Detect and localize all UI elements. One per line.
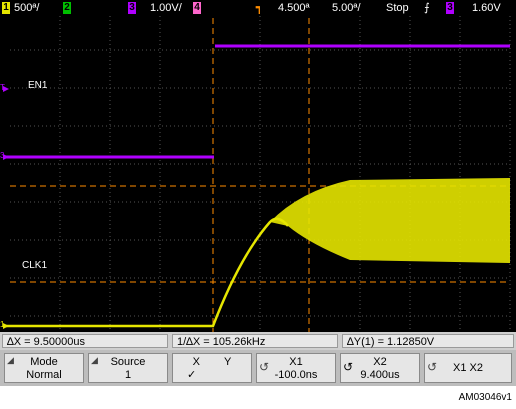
channel-3-scale: 1.00V/ [150,2,182,14]
rising-edge-icon: ⨍ [424,2,430,14]
waveform-display[interactable]: EN1 CLK1 3 1 T [0,16,516,332]
mode-value: Normal [26,369,62,381]
trigger-marker-icon: ┑ [256,2,263,14]
ch3-en1-trace [6,44,510,159]
x-selected-check-icon: ✓ [187,369,197,381]
label-en1: EN1 [28,80,48,91]
source-value: 1 [124,369,132,381]
measurement-row: ∆X = 9.50000us 1/∆X = 105.26kHz ∆Y(1) = … [0,332,516,350]
x2-softkey[interactable]: ↺ X2 9.400us [340,353,420,383]
run-state: Stop [386,2,409,14]
ch1-marker-label: 1 [0,320,5,329]
clk1-ramp [6,217,289,328]
delta-x-readout: ∆X = 9.50000us [2,334,168,348]
x1x2-label: X1 X2 [453,362,483,374]
channel-1-indicator[interactable]: 1 [2,2,10,14]
ground-markers [3,86,9,329]
waveform-svg [3,16,511,332]
x2-value: 9.400us [360,369,400,381]
trigger-level: 1.60V [472,2,501,14]
time-scale: 5.00ª/ [332,2,361,14]
inverse-delta-x-readout: 1/∆X = 105.26kHz [172,334,338,348]
ch3-marker-label: 3 [0,151,5,160]
label-clk1: CLK1 [22,260,48,271]
softkey-bar: ◢ Mode Normal ◢ Source 1 XY ✓ ↺ X1 -100.… [0,350,516,386]
xy-labels: XY [173,356,251,369]
time-delay: 4.500ª [278,2,310,14]
channel-2-indicator[interactable]: 2 [63,2,71,14]
clk1-envelope [270,178,510,263]
ch1-clk1-trace [6,178,510,328]
delta-y-readout: ∆Y(1) = 1.12850V [342,334,514,348]
x-mode-label: X [192,356,200,368]
mode-softkey[interactable]: ◢ Mode Normal [4,353,84,383]
mode-label: Mode [30,356,58,368]
x2-label: X2 [373,356,387,368]
x1-label: X1 [289,356,303,368]
trigger-marker-label: T [0,83,5,92]
source-label: Source [110,356,146,368]
x1x2-softkey[interactable]: ↺ X1 X2 [424,353,512,383]
status-bar: 1 500ª/ 2 3 1.00V/ 4 ┑ 4.500ª 5.00ª/ Sto… [0,0,516,16]
x1-softkey[interactable]: ↺ X1 -100.0ns [256,353,336,383]
y-mode-label: Y [224,356,232,368]
trigger-source-indicator: 3 [446,2,454,14]
figure-code: AM03046v1 [458,392,512,403]
channel-3-indicator[interactable]: 3 [128,2,136,14]
channel-4-indicator[interactable]: 4 [193,2,201,14]
channel-1-scale: 500ª/ [14,2,40,14]
x1-value: -100.0ns [274,369,318,381]
xy-softkey[interactable]: XY ✓ [172,353,252,383]
source-softkey[interactable]: ◢ Source 1 [88,353,168,383]
graticule [10,16,511,332]
